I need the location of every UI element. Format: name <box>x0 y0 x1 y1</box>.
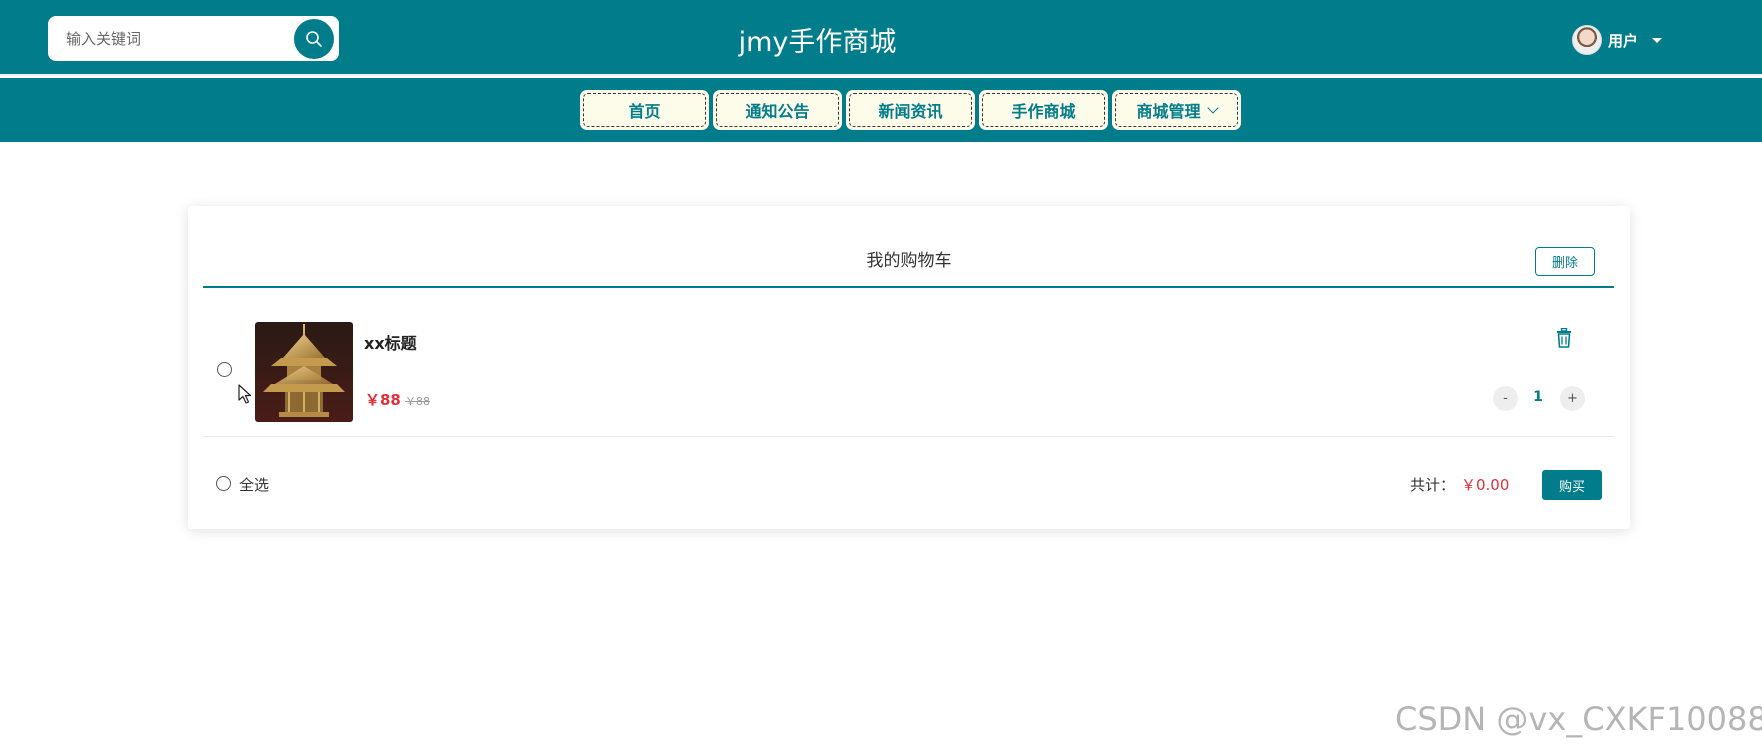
nav-item-craft-shop[interactable]: 手作商城 <box>979 90 1108 130</box>
title-divider <box>203 286 1614 288</box>
remove-item-button[interactable] <box>1555 327 1573 352</box>
mouse-cursor-icon <box>238 384 252 408</box>
item-price: ￥88 <box>365 391 401 409</box>
select-all-label[interactable]: 全选 <box>239 474 269 495</box>
user-name: 用户 <box>1608 31 1639 50</box>
chevron-down-icon <box>1206 102 1219 114</box>
nav-item-notices[interactable]: 通知公告 <box>713 90 842 130</box>
cart-panel: 我的购物车 删除 xx标题 ￥88 ￥88 - 1 + 全选 共计： ￥0.00… <box>188 206 1630 529</box>
avatar <box>1572 25 1602 55</box>
item-select-radio[interactable] <box>217 362 232 377</box>
nav-item-shop-management[interactable]: 商城管理 <box>1112 90 1241 130</box>
buy-button[interactable]: 购买 <box>1542 470 1602 500</box>
cart-title: 我的购物车 <box>866 251 952 271</box>
nav-item-label: 新闻资讯 <box>878 102 943 121</box>
watermark: CSDN @vx_CXKF10088 <box>1395 700 1762 738</box>
top-header: jmy手作商城 用户 <box>0 0 1762 76</box>
item-title[interactable]: xx标题 <box>364 330 417 354</box>
site-title: jmy手作商城 <box>738 27 897 58</box>
nav-item-label: 手作商城 <box>1011 102 1076 121</box>
caret-down-icon <box>1652 37 1663 43</box>
quantity-increase-button[interactable]: + <box>1560 386 1585 411</box>
product-thumbnail[interactable] <box>255 322 353 422</box>
total-label: 共计： <box>1410 476 1456 494</box>
search-icon <box>306 31 322 47</box>
nav-item-label: 商城管理 <box>1136 102 1201 121</box>
search-input[interactable] <box>66 26 306 52</box>
select-all-radio[interactable] <box>216 476 231 491</box>
item-divider <box>203 436 1614 437</box>
nav-item-label: 通知公告 <box>745 102 810 121</box>
total-value: ￥0.00 <box>1461 476 1510 494</box>
user-menu[interactable]: 用户 <box>1572 24 1663 56</box>
main-nav: 首页 通知公告 新闻资讯 手作商城 商城管理 <box>0 78 1762 142</box>
trash-icon <box>1557 327 1571 348</box>
pagoda-image <box>255 322 353 422</box>
quantity-decrease-button[interactable]: - <box>1493 386 1518 411</box>
nav-item-news[interactable]: 新闻资讯 <box>846 90 975 130</box>
item-original-price: ￥88 <box>405 395 430 408</box>
delete-selected-button[interactable]: 删除 <box>1535 247 1595 276</box>
nav-item-home[interactable]: 首页 <box>580 90 709 130</box>
search-button[interactable] <box>294 19 334 59</box>
search-box <box>48 16 339 61</box>
nav-item-label: 首页 <box>628 102 661 121</box>
quantity-value: 1 <box>1533 389 1543 405</box>
